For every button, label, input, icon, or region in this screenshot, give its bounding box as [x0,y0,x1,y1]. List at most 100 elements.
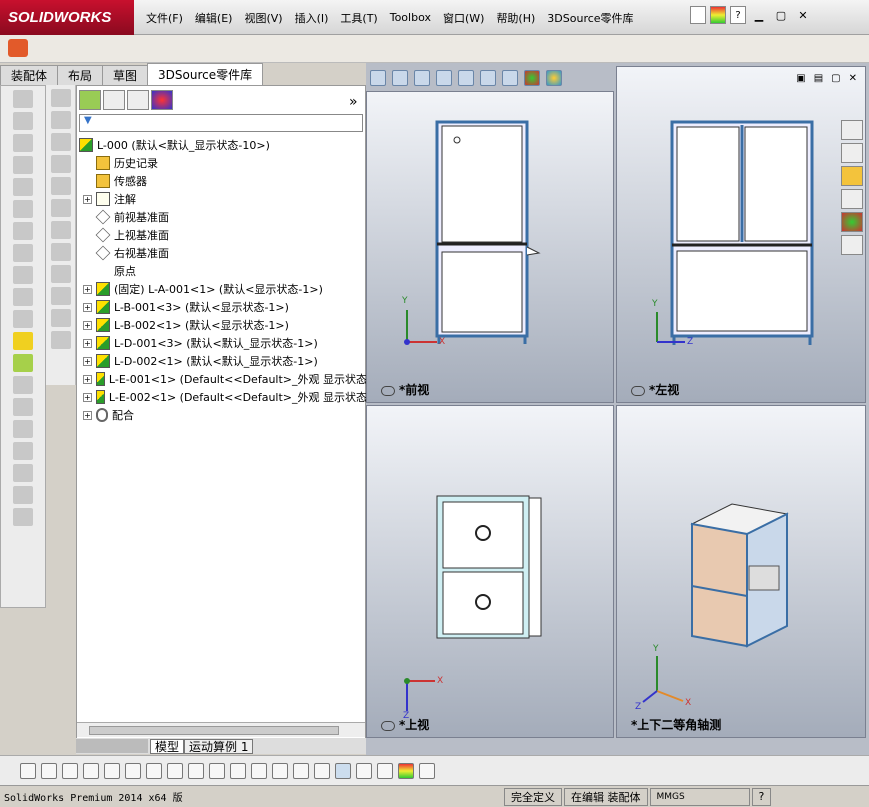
minimize-button[interactable]: ▁ [750,7,768,23]
restore-view-icon[interactable]: ▢ [831,73,840,84]
tab-model[interactable]: 模型 [150,738,185,754]
traffic-light-icon[interactable] [710,6,726,24]
menu-window[interactable]: 窗口(W) [437,10,490,26]
cube-e-icon[interactable] [50,177,71,195]
zoom-to-fit-icon[interactable] [370,70,386,86]
tree-item[interactable]: + (固定) L-A-001<1> (默认<显示状态-1>) [77,280,367,298]
view-orientation-icon[interactable] [458,70,474,86]
measure-icon[interactable] [13,442,33,460]
component-preview-icon[interactable] [13,134,33,152]
show-hidden-icon[interactable] [13,222,33,240]
front-view-pane[interactable]: Y X *前视 [366,91,614,403]
custom-properties-icon[interactable] [841,235,863,255]
menu-insert[interactable]: 插入(I) [289,10,335,26]
tree-item[interactable]: 历史记录 [77,154,367,172]
section-icon[interactable] [356,762,372,779]
cube-h-icon[interactable] [50,243,71,261]
bill-of-materials-icon[interactable] [13,310,33,328]
iso-view-pane[interactable]: Y X Z *上下二等角轴测 [616,405,866,738]
slash-icon[interactable] [125,762,141,779]
tree-item[interactable]: + 注解 [77,190,367,208]
cube-a-icon[interactable] [50,89,71,107]
tree-horizontal-scrollbar[interactable] [77,722,365,737]
expand-toggle-icon[interactable]: + [83,410,92,420]
clearance-icon[interactable] [13,398,33,416]
tab-layout[interactable]: 布局 [57,65,104,85]
apply-scene-icon[interactable] [546,70,562,86]
display-style-icon[interactable] [480,70,496,86]
cube-d-icon[interactable] [50,155,71,173]
shaded-icon[interactable] [335,762,351,779]
property-manager-tab-icon[interactable] [103,90,125,110]
menu-file[interactable]: 文件(F) [140,10,189,26]
file-explorer-icon[interactable] [841,166,863,186]
tree-item[interactable]: 上视基准面 [77,226,367,244]
restore-button[interactable]: ▢ [772,7,790,23]
hide-show-items-icon[interactable] [502,70,518,86]
menu-help[interactable]: 帮助(H) [490,10,541,26]
menu-toolbox[interactable]: Toolbox [384,11,437,24]
point-icon[interactable] [20,762,36,779]
graphics-viewport[interactable]: Y X *前视 Y Z *左视 ▣ ▤ ▢ ✕ X Z *上视 Y X Z *上… [366,63,869,755]
hole-alignment-icon[interactable] [13,420,33,438]
reference-geometry-icon[interactable] [13,266,33,284]
expand-toggle-icon[interactable]: + [83,374,92,384]
tree-item[interactable]: + L-B-001<3> (默认<显示状态-1>) [77,298,367,316]
expand-toggle-icon[interactable]: + [83,356,92,366]
3d-icon[interactable] [8,39,28,57]
explode-line-icon[interactable] [13,354,33,372]
assembly-feature-icon[interactable] [13,244,33,262]
edit-appearance-icon[interactable] [524,70,540,86]
section-view-icon[interactable] [436,70,452,86]
cube-i-icon[interactable] [50,265,71,283]
relations-icon[interactable] [251,762,267,779]
solidworks-logo[interactable]: SOLIDWORKS [0,0,134,35]
split-view-icon[interactable]: ▤ [814,73,823,84]
cube-f-icon[interactable] [50,199,71,217]
configuration-manager-tab-icon[interactable] [127,90,149,110]
close-button[interactable]: ✕ [794,7,812,23]
traffic-light-small-icon[interactable] [398,762,414,779]
polygon-icon[interactable] [83,762,99,779]
tree-item[interactable]: 前视基准面 [77,208,367,226]
tile-view-icon[interactable]: ▣ [796,73,805,84]
assembly-visualization-icon[interactable] [13,486,33,504]
cube-b-icon[interactable] [50,111,71,129]
instant3d-icon[interactable] [13,508,33,526]
tree-item[interactable]: + L-E-002<1> (Default<<Default>_外观 显示状态 [77,388,367,406]
tree-item[interactable]: + 配合 [77,406,367,424]
view-rotate-icon[interactable] [272,762,288,779]
help-icon[interactable]: ? [730,6,746,24]
linear-pattern-icon[interactable] [13,156,33,174]
cube-j-icon[interactable] [50,287,71,305]
cube-c-icon[interactable] [50,133,71,151]
close-view-icon[interactable]: ✕ [849,73,857,84]
view-palette-icon[interactable] [841,189,863,209]
expand-toggle-icon[interactable]: + [83,284,92,294]
corner-icon[interactable] [209,762,225,779]
tab-motion-study[interactable]: 运动算例 1 [184,738,254,754]
appearances-icon[interactable] [841,212,863,232]
move-component-icon[interactable] [13,200,33,218]
left-view-pane[interactable]: Y Z *左视 ▣ ▤ ▢ ✕ [616,66,866,403]
new-motion-study-icon[interactable] [13,288,33,306]
dimension-icon[interactable] [167,762,183,779]
mass-properties-icon[interactable] [13,464,33,482]
display-manager-tab-icon[interactable] [151,90,173,110]
angle-icon[interactable] [188,762,204,779]
cube-g-icon[interactable] [50,221,71,239]
expand-toggle-icon[interactable]: + [83,320,92,330]
design-library-icon[interactable] [841,143,863,163]
tree-item[interactable]: + L-B-002<1> (默认<显示状态-1>) [77,316,367,334]
units-status[interactable]: MMGS [649,787,750,806]
tab-assembly[interactable]: 装配体 [0,65,59,85]
trim-icon[interactable] [104,762,120,779]
arc-icon[interactable] [146,762,162,779]
cube-l-icon[interactable] [50,331,71,349]
tree-item[interactable]: + L-D-001<3> (默认<默认_显示状态-1>) [77,334,367,352]
feature-tree-tab-icon[interactable] [79,90,101,110]
smart-fastener-icon[interactable] [13,178,33,196]
tag-icon[interactable] [419,762,435,779]
triad-icon[interactable] [377,762,393,779]
tree-item[interactable]: 传感器 [77,172,367,190]
